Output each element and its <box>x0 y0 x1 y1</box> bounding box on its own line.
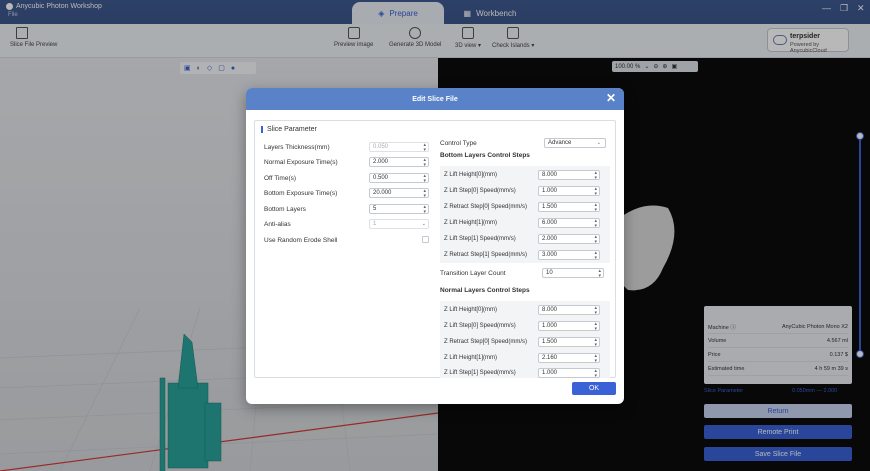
control-type-label: Control Type <box>440 140 477 147</box>
normal-steps-group: Z Lift Height[0](mm) 8.000 ▴ ▾ Z Lift Step… <box>440 301 610 379</box>
stepper-icon: ▴ ▾ <box>423 204 426 215</box>
section-title: Slice Parameter <box>261 126 317 133</box>
control-steps-column: Control Type Advance ⌄ Bottom Layers Cont… <box>440 121 616 379</box>
field-random-erode: Use Random Erode Shell <box>264 236 338 244</box>
close-icon[interactable]: ✕ <box>606 92 616 104</box>
transition-layer-input[interactable]: 10 ▴ ▾ <box>542 268 604 279</box>
stepper-icon: ▴ ▾ <box>423 157 426 168</box>
stepper-icon: ▴ ▾ <box>423 188 426 199</box>
normal-steps-heading: Normal Layers Control Steps <box>440 287 530 294</box>
bottom-step-input[interactable]: 6.000 ▴ ▾ <box>538 218 600 229</box>
bottom-step-input[interactable]: 2.000 ▴ ▾ <box>538 234 600 245</box>
chevron-down-icon: ⌄ <box>596 140 601 146</box>
bottom-exposure-input[interactable]: 20.000 ▴ ▾ <box>369 188 429 199</box>
stepper-icon: ▴ ▾ <box>423 142 426 153</box>
normal-exposure-input[interactable]: 2.000 ▴ ▾ <box>369 157 429 168</box>
dialog-title: Edit Slice File <box>412 95 458 103</box>
normal-step-input[interactable]: 1.000 ▴ ▾ <box>538 321 600 332</box>
chevron-down-icon: ⌄ <box>421 221 426 227</box>
edit-slice-file-dialog: Edit Slice File ✕ Slice Parameter Layers… <box>246 88 624 404</box>
bottom-step-input[interactable]: 1.000 ▴ ▾ <box>538 186 600 197</box>
anti-alias-select[interactable]: 1 ⌄ <box>369 219 429 229</box>
bottom-steps-heading: Bottom Layers Control Steps <box>440 152 530 159</box>
normal-step-input[interactable]: 2.160 ▴ ▾ <box>538 353 600 364</box>
normal-step-input[interactable]: 1.000 ▴ ▾ <box>538 368 600 379</box>
dialog-body: Slice Parameter Layers Thickness(mm) 0.0… <box>254 120 616 379</box>
stepper-icon: ▴ ▾ <box>423 173 426 184</box>
off-time-input[interactable]: 0.500 ▴ ▾ <box>369 173 429 184</box>
layers-thickness-input[interactable]: 0.050 ▴ ▾ <box>369 142 429 153</box>
normal-step-input[interactable]: 1.500 ▴ ▾ <box>538 337 600 348</box>
random-erode-checkbox[interactable] <box>422 236 429 243</box>
bottom-layers-input[interactable]: 5 ▴ ▾ <box>369 204 429 215</box>
bottom-step-input[interactable]: 1.500 ▴ ▾ <box>538 202 600 213</box>
ok-button[interactable]: OK <box>572 382 616 395</box>
dialog-header: Edit Slice File ✕ <box>246 88 624 110</box>
normal-step-input[interactable]: 8.000 ▴ ▾ <box>538 305 600 316</box>
bottom-step-input[interactable]: 8.000 ▴ ▾ <box>538 170 600 181</box>
bottom-steps-group: Z Lift Height[0](mm) 8.000 ▴ ▾ Z Lift Step… <box>440 166 610 263</box>
control-type-select[interactable]: Advance ⌄ <box>544 138 606 148</box>
app-window: Anycubic Photon Workshop File — ❐ ✕ ◈ Pre… <box>0 0 870 471</box>
transition-layer-label: Transition Layer Count <box>440 270 506 277</box>
bottom-step-input[interactable]: 3.000 ▴ ▾ <box>538 250 600 261</box>
